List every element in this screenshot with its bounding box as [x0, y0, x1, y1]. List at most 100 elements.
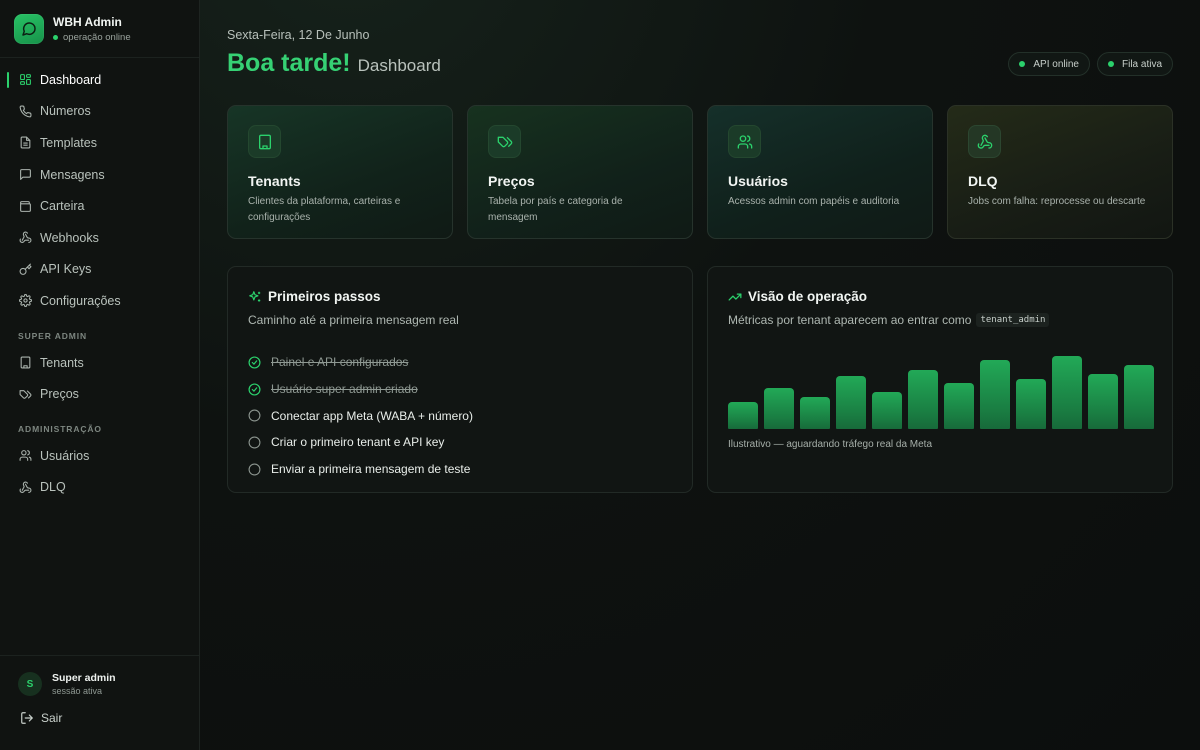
avatar: S — [18, 672, 42, 696]
status-pills: API online Fila ativa — [1001, 52, 1173, 76]
brand-title: WBH Admin — [53, 14, 122, 29]
chart-bar — [943, 383, 975, 429]
status-dot-icon — [1019, 61, 1026, 67]
user-name: Super admin — [52, 672, 116, 684]
step-label: Enviar a primeira mensagem de teste — [271, 462, 471, 477]
empty-circle-icon — [248, 436, 261, 449]
sidebar-item-api-keys[interactable]: API Keys — [0, 254, 199, 286]
sidebar-item-precos[interactable]: Preços — [0, 378, 199, 410]
sidebar-item-configuracoes[interactable]: Configurações — [0, 285, 199, 317]
list-item: Conectar app Meta (WABA + número) — [248, 402, 672, 429]
users-icon — [18, 449, 32, 463]
sidebar-nav: Dashboard Números Templates Mensagens Ca… — [0, 58, 199, 503]
panel-title: Visão de operação — [748, 289, 868, 304]
card-description: Tabela por país e categoria de mensagem — [488, 196, 623, 223]
chart-bar — [1087, 373, 1119, 429]
users-icon — [728, 125, 761, 158]
first-steps-panel: Primeiros passos Caminho até a primeira … — [227, 266, 693, 493]
sidebar-item-label: Usuários — [40, 448, 90, 463]
chart-bar — [799, 397, 831, 429]
trending-up-icon — [728, 290, 742, 304]
brand-status-text: operação online — [63, 31, 131, 43]
sidebar-item-numeros[interactable]: Números — [0, 96, 199, 128]
step-label: Painel e API configurados — [271, 355, 409, 370]
sidebar-item-carteira[interactable]: Carteira — [0, 190, 199, 222]
chart-bar — [979, 360, 1011, 429]
page-title: Dashboard — [357, 56, 441, 75]
sidebar-item-label: API Keys — [40, 262, 92, 277]
chat-logo-icon — [14, 13, 44, 44]
status-dot-icon — [53, 34, 58, 40]
sidebar-footer: S Super admin sessão ativa Sair — [0, 655, 199, 750]
price-tag-icon — [18, 387, 32, 401]
gear-icon — [18, 294, 32, 308]
sidebar-item-tenants[interactable]: Tenants — [0, 347, 199, 379]
dashboard-icon — [18, 73, 32, 87]
logout-button[interactable]: Sair — [0, 696, 199, 725]
brand-status: operação online — [53, 32, 131, 43]
chart-bar — [835, 375, 867, 429]
building-icon — [248, 125, 281, 158]
card-dlq[interactable]: DLQ Jobs com falha: reprocesse ou descar… — [947, 105, 1173, 239]
check-circle-icon — [248, 356, 261, 369]
quick-cards: Tenants Clientes da plataforma, carteira… — [227, 105, 1173, 239]
status-badge-label: API online — [1033, 58, 1079, 70]
sidebar-item-dashboard[interactable]: Dashboard — [0, 64, 199, 96]
webhook-icon — [18, 231, 32, 245]
phone-icon — [18, 104, 32, 118]
user-session: sessão ativa — [52, 686, 103, 696]
key-icon — [18, 262, 32, 276]
code-tenant-admin: tenant_admin — [976, 313, 1050, 327]
list-item: Enviar a primeira mensagem de teste — [248, 456, 672, 483]
sidebar-item-label: Mensagens — [40, 167, 105, 182]
sidebar-item-label: Webhooks — [40, 230, 99, 245]
section-super-admin: SUPER ADMIN — [18, 330, 88, 341]
chart-bar — [763, 388, 795, 429]
status-badge-api: API online — [1008, 52, 1090, 76]
panel-subtitle-text: Métricas por tenant aparecem ao entrar c… — [728, 313, 972, 327]
sidebar-item-label: Tenants — [40, 355, 84, 370]
user-profile[interactable]: S Super admin sessão ativa — [0, 656, 199, 696]
status-badge-queue: Fila ativa — [1096, 52, 1173, 76]
card-title: DLQ — [968, 173, 998, 189]
panel-subtitle: Métricas por tenant aparecem ao entrar c… — [728, 313, 1152, 327]
panel-subtitle: Caminho até a primeira mensagem real — [248, 313, 459, 327]
sidebar-item-label: DLQ — [40, 480, 66, 495]
card-title: Usuários — [728, 173, 788, 189]
list-item: Painel e API configurados — [248, 349, 672, 376]
card-description: Acessos admin com papéis e auditoria — [728, 196, 900, 207]
chart-bar — [871, 392, 903, 429]
sidebar-item-label: Dashboard — [40, 72, 102, 87]
chart-bar — [1051, 356, 1083, 429]
card-title: Preços — [488, 173, 535, 189]
sidebar-item-mensagens[interactable]: Mensagens — [0, 159, 199, 191]
chart-bar — [1123, 365, 1154, 429]
sidebar-item-templates[interactable]: Templates — [0, 127, 199, 159]
list-item: Usuário super admin criado — [248, 376, 672, 403]
chart-note: Ilustrativo — aguardando tráfego real da… — [728, 439, 933, 450]
chart-bar — [1015, 379, 1047, 429]
section-administracao: ADMINISTRAÇÃO — [18, 423, 102, 434]
price-tag-icon — [488, 125, 521, 158]
webhook-icon — [968, 125, 1001, 158]
operation-bar-chart — [728, 349, 1154, 429]
chart-bar — [728, 402, 759, 429]
panel-title: Primeiros passos — [268, 289, 381, 304]
sidebar-item-label: Templates — [40, 135, 97, 150]
sidebar-item-label: Configurações — [40, 293, 121, 308]
status-badge-label: Fila ativa — [1121, 58, 1162, 70]
sidebar-item-usuarios[interactable]: Usuários — [0, 440, 199, 472]
empty-circle-icon — [248, 409, 261, 422]
step-label: Criar o primeiro tenant e API key — [271, 435, 445, 450]
operation-panel: Visão de operação Métricas por tenant ap… — [707, 266, 1173, 493]
card-precos[interactable]: Preços Tabela por país e categoria de me… — [467, 105, 693, 239]
list-item: Criar o primeiro tenant e API key — [248, 429, 672, 456]
sidebar-item-dlq[interactable]: DLQ — [0, 472, 199, 504]
card-usuarios[interactable]: Usuários Acessos admin com papéis e audi… — [707, 105, 933, 239]
step-label: Conectar app Meta (WABA + número) — [271, 408, 473, 423]
sidebar-item-webhooks[interactable]: Webhooks — [0, 222, 199, 254]
brand: WBH Admin operação online — [0, 0, 199, 58]
card-tenants[interactable]: Tenants Clientes da plataforma, carteira… — [227, 105, 453, 239]
card-title: Tenants — [248, 173, 301, 189]
sparkles-icon — [248, 290, 262, 304]
